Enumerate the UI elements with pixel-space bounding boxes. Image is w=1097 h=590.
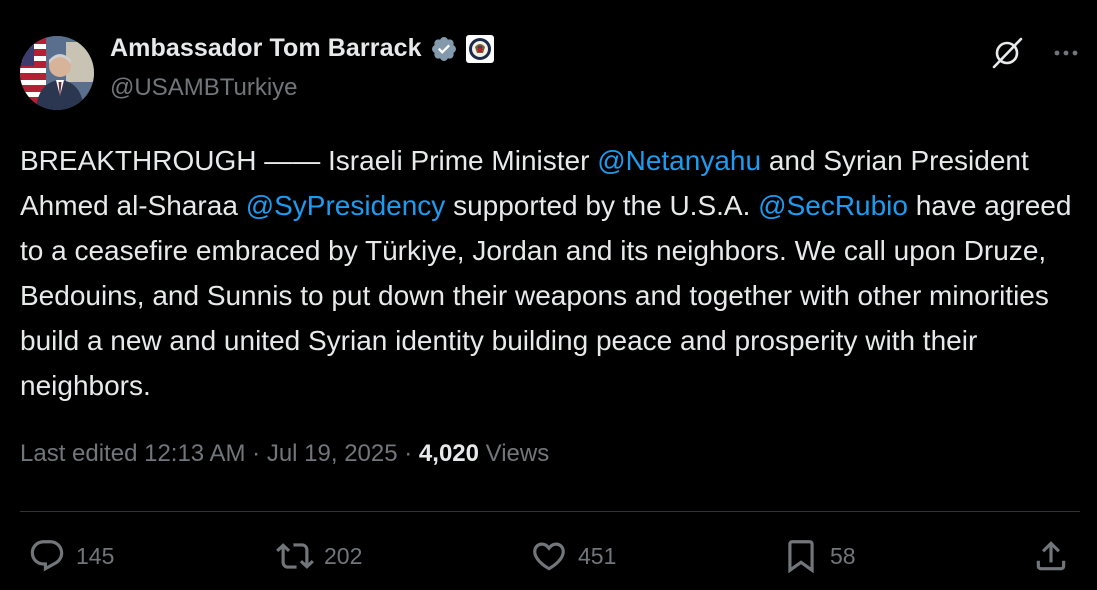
header-actions	[990, 36, 1080, 75]
reply-button[interactable]: 145	[28, 534, 114, 578]
author-display-name[interactable]: Ambassador Tom Barrack	[110, 34, 422, 63]
repost-button[interactable]: 202	[276, 534, 362, 578]
tweet-header: Ambassador Tom Barrack @USAMBTurkiye	[20, 32, 1080, 110]
mention-netanyahu-link[interactable]: @Netanyahu	[597, 145, 761, 176]
bookmark-icon	[782, 537, 820, 575]
author-handle[interactable]: @USAMBTurkiye	[110, 74, 298, 102]
tweet-text: BREAKTHROUGH —— Israeli Prime Minister @…	[20, 138, 1080, 408]
tweet-text-segment: BREAKTHROUGH —— Israeli Prime Minister	[20, 145, 598, 176]
divider	[20, 511, 1080, 512]
name-row: Ambassador Tom Barrack	[110, 34, 494, 63]
mention-sypresidency-link[interactable]: @SyPresidency	[246, 190, 446, 221]
like-button[interactable]: 451	[530, 534, 616, 578]
like-count: 451	[578, 542, 617, 569]
share-icon	[1032, 537, 1070, 575]
like-icon	[530, 537, 568, 575]
bookmark-count: 58	[830, 542, 856, 569]
avatar[interactable]	[20, 36, 94, 110]
views-count[interactable]: 4,020	[419, 440, 479, 467]
tweet-text-segment: have agreed to a ceasefire embraced by T…	[20, 190, 1072, 401]
repost-count: 202	[324, 542, 363, 569]
mention-secrubio-link[interactable]: @SecRubio	[758, 190, 908, 221]
verified-badge-icon[interactable]	[430, 35, 458, 63]
department-seal-icon[interactable]	[465, 34, 494, 63]
more-icon[interactable]	[1052, 39, 1080, 72]
share-button[interactable]	[1032, 534, 1070, 578]
reply-icon	[28, 537, 66, 575]
bookmark-button[interactable]: 58	[782, 534, 856, 578]
tweet-meta: Last edited 12:13 AM · Jul 19, 2025 · 4,…	[20, 440, 549, 468]
grok-icon[interactable]	[990, 36, 1024, 75]
tweet-card: Ambassador Tom Barrack @USAMBTurkiye BRE…	[0, 0, 1097, 590]
views-label: Views	[478, 440, 550, 467]
reply-count: 145	[76, 542, 115, 569]
edited-timestamp[interactable]: Last edited 12:13 AM · Jul 19, 2025 ·	[20, 440, 419, 467]
repost-icon	[276, 537, 314, 575]
tweet-text-segment: supported by the U.S.A.	[445, 190, 759, 221]
engagement-bar: 145 202 451 58	[20, 534, 1080, 578]
